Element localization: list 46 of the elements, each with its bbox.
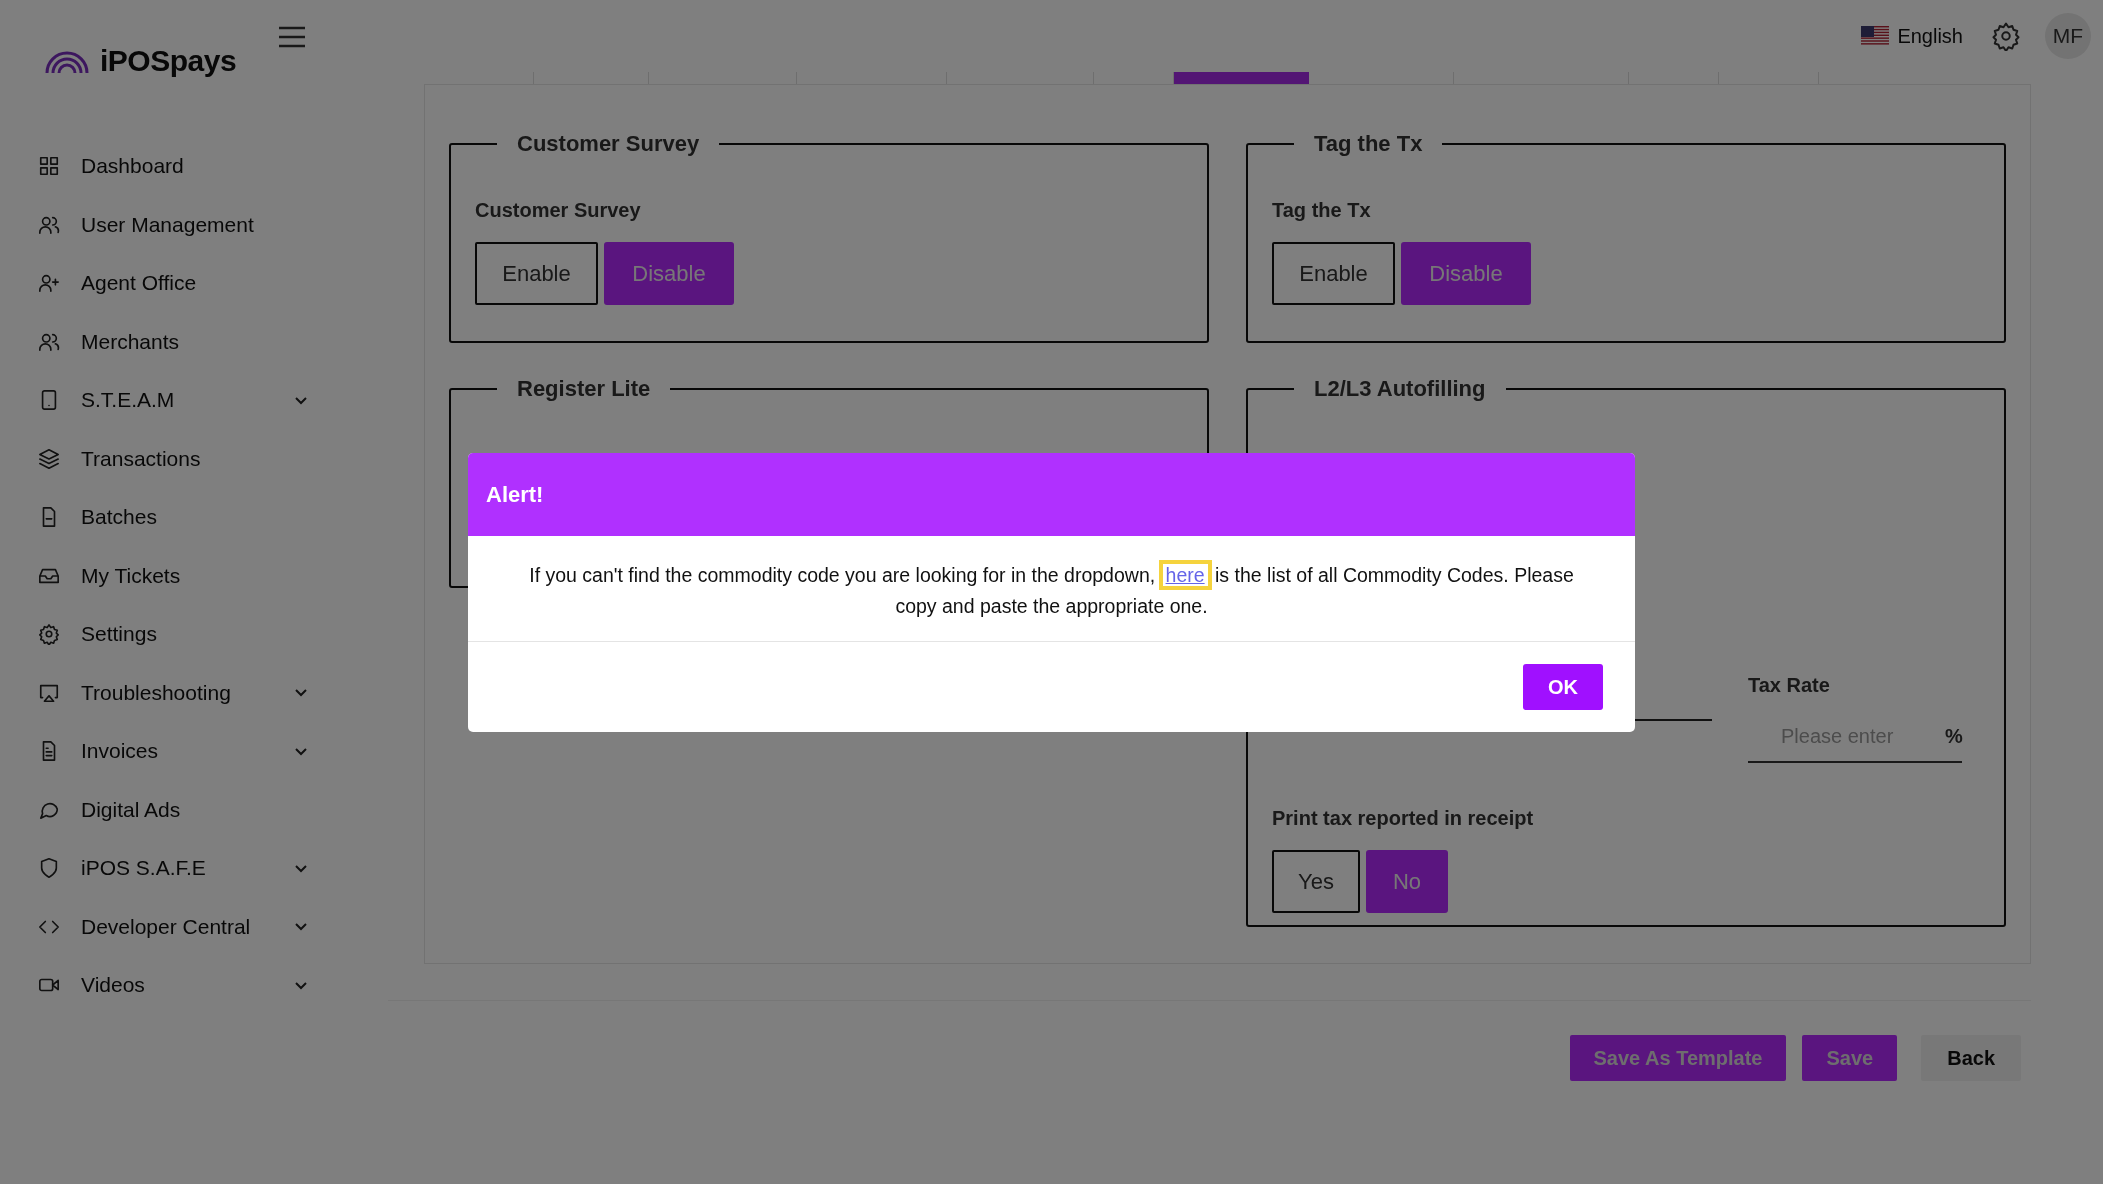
toggle-option[interactable]: Disable (1401, 242, 1531, 305)
group-legend: L2/L3 Autofilling (1294, 376, 1506, 402)
sidebar-item[interactable]: Developer Central (38, 897, 352, 956)
group-legend: Tag the Tx (1294, 131, 1443, 157)
sidebar-item[interactable]: My Tickets (38, 546, 352, 605)
user-avatar[interactable]: MF (2045, 13, 2091, 59)
sidebar-item[interactable]: Troubleshooting (38, 663, 352, 722)
gear-icon (38, 623, 60, 646)
menu-icon[interactable] (278, 26, 306, 48)
toggle-option[interactable]: Yes (1272, 850, 1360, 913)
sidebar-item[interactable]: Transactions (38, 429, 352, 488)
field-label: Tax Rate (1748, 674, 1831, 697)
action-button[interactable]: Back (1921, 1035, 2021, 1081)
sidebar-item[interactable]: User Management (38, 195, 352, 254)
layers-icon (38, 447, 60, 470)
grid-icon (38, 155, 60, 178)
sidebar-item[interactable]: Invoices (38, 722, 352, 781)
group-legend: Register Lite (497, 376, 671, 402)
shield-icon (38, 857, 60, 880)
sidebar-item[interactable]: Merchants (38, 312, 352, 371)
sidebar-item[interactable]: Batches (38, 488, 352, 547)
group-legend: Customer Survey (497, 131, 720, 157)
us-flag-icon (1861, 26, 1890, 46)
settings-icon[interactable] (1991, 21, 2021, 51)
ok-button[interactable]: OK (1523, 664, 1603, 710)
field-label: Tag the Tx (1272, 199, 1372, 222)
logo-text: iPOSpays (100, 44, 237, 78)
sidebar-item[interactable]: S.T.E.A.M (38, 371, 352, 430)
user-plus-icon (38, 272, 60, 295)
sidebar-item[interactable]: Settings (38, 605, 352, 664)
toggle-option[interactable]: Enable (1272, 242, 1395, 305)
field-label: Customer Survey (475, 199, 642, 222)
dialog-title: Alert! (486, 481, 544, 508)
sidebar-item[interactable]: iPOS S.A.F.E (38, 839, 352, 898)
tab[interactable] (1174, 72, 1309, 84)
field-label: Print tax reported in receipt (1272, 807, 1535, 830)
alert-message: If you can't find the commodity code you are looking for in the dropdown, here is the list of all Commodity Codes. Please copy and paste the appropriate one. (468, 536, 1635, 642)
sidebar-item[interactable]: Agent Office (38, 254, 352, 313)
toggle-option[interactable]: Disable (604, 242, 734, 305)
sidebar-item[interactable]: Digital Ads (38, 780, 352, 839)
percent-suffix: % (1945, 724, 1963, 748)
toggle-option[interactable]: No (1366, 850, 1448, 913)
language-selector[interactable]: English (1897, 24, 1963, 48)
sidebar-item[interactable]: Videos (38, 956, 352, 1015)
sidebar-item[interactable]: Dashboard (38, 137, 352, 196)
toggle-option[interactable]: Enable (475, 242, 598, 305)
